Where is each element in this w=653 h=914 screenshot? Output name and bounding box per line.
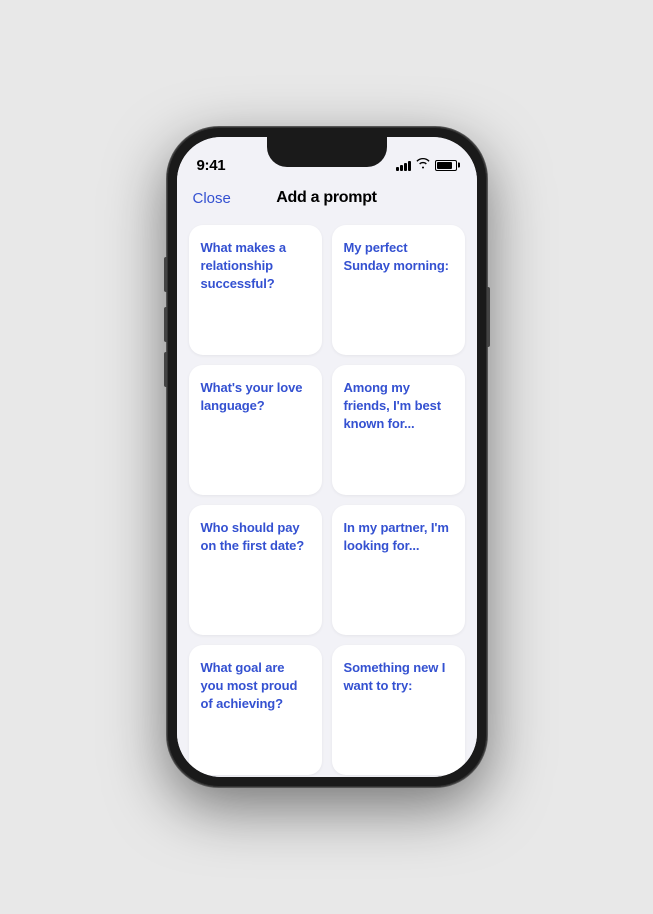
header-title: Add a prompt: [276, 189, 376, 207]
content-area[interactable]: What makes a relationship successful? My…: [177, 217, 477, 777]
wifi-icon: [416, 158, 430, 172]
prompt-card-8[interactable]: Something new I want to try:: [332, 645, 465, 775]
prompt-card-5[interactable]: Who should pay on the first date?: [189, 505, 322, 635]
prompt-card-1[interactable]: What makes a relationship successful?: [189, 225, 322, 355]
prompt-card-3[interactable]: What's your love language?: [189, 365, 322, 495]
status-bar: 9:41: [177, 137, 477, 181]
app-header: Close Add a prompt: [177, 181, 477, 217]
phone-screen: 9:41: [177, 137, 477, 777]
prompt-card-6[interactable]: In my partner, I'm looking for...: [332, 505, 465, 635]
status-icons: [396, 158, 457, 172]
close-button[interactable]: Close: [193, 190, 231, 207]
battery-icon: [435, 160, 457, 171]
prompt-card-4[interactable]: Among my friends, I'm best known for...: [332, 365, 465, 495]
phone-frame: 9:41: [167, 127, 487, 787]
prompt-card-7[interactable]: What goal are you most proud of achievin…: [189, 645, 322, 775]
prompts-grid: What makes a relationship successful? My…: [189, 225, 465, 775]
notch: [267, 137, 387, 167]
status-time: 9:41: [197, 157, 226, 174]
signal-icon: [396, 159, 411, 171]
prompt-card-2[interactable]: My perfect Sunday morning:: [332, 225, 465, 355]
